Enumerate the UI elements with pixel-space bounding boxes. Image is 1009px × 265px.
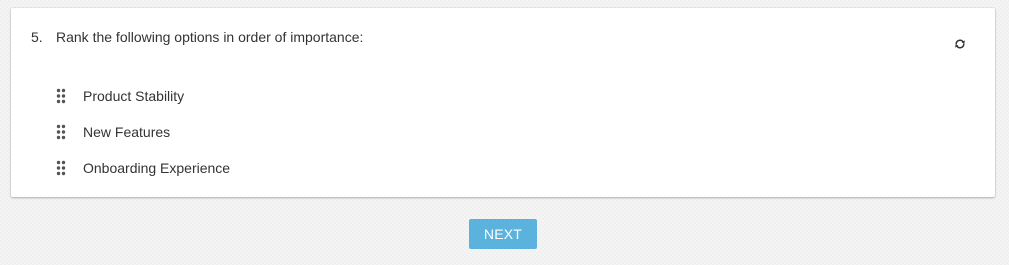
question-card: 5. Rank the following options in order o… [11, 8, 995, 197]
ranking-option-label: New Features [83, 124, 171, 140]
question-header: 5. Rank the following options in order o… [31, 29, 363, 45]
reset-ranking-button[interactable] [953, 37, 967, 51]
ranking-option[interactable]: Product Stability [53, 78, 230, 114]
next-button[interactable]: NEXT [469, 219, 537, 249]
question-text: Rank the following options in order of i… [56, 29, 364, 45]
question-number: 5. [31, 29, 43, 45]
ranking-option[interactable]: Onboarding Experience [53, 150, 230, 186]
refresh-icon [955, 39, 965, 49]
ranking-option-label: Product Stability [83, 88, 185, 104]
ranking-option[interactable]: New Features [53, 114, 230, 150]
drag-handle-icon[interactable] [53, 88, 69, 104]
ranking-list: Product Stability New Features Onboardin… [53, 78, 230, 186]
drag-handle-icon[interactable] [53, 160, 69, 176]
ranking-option-label: Onboarding Experience [83, 160, 231, 176]
drag-handle-icon[interactable] [53, 124, 69, 140]
